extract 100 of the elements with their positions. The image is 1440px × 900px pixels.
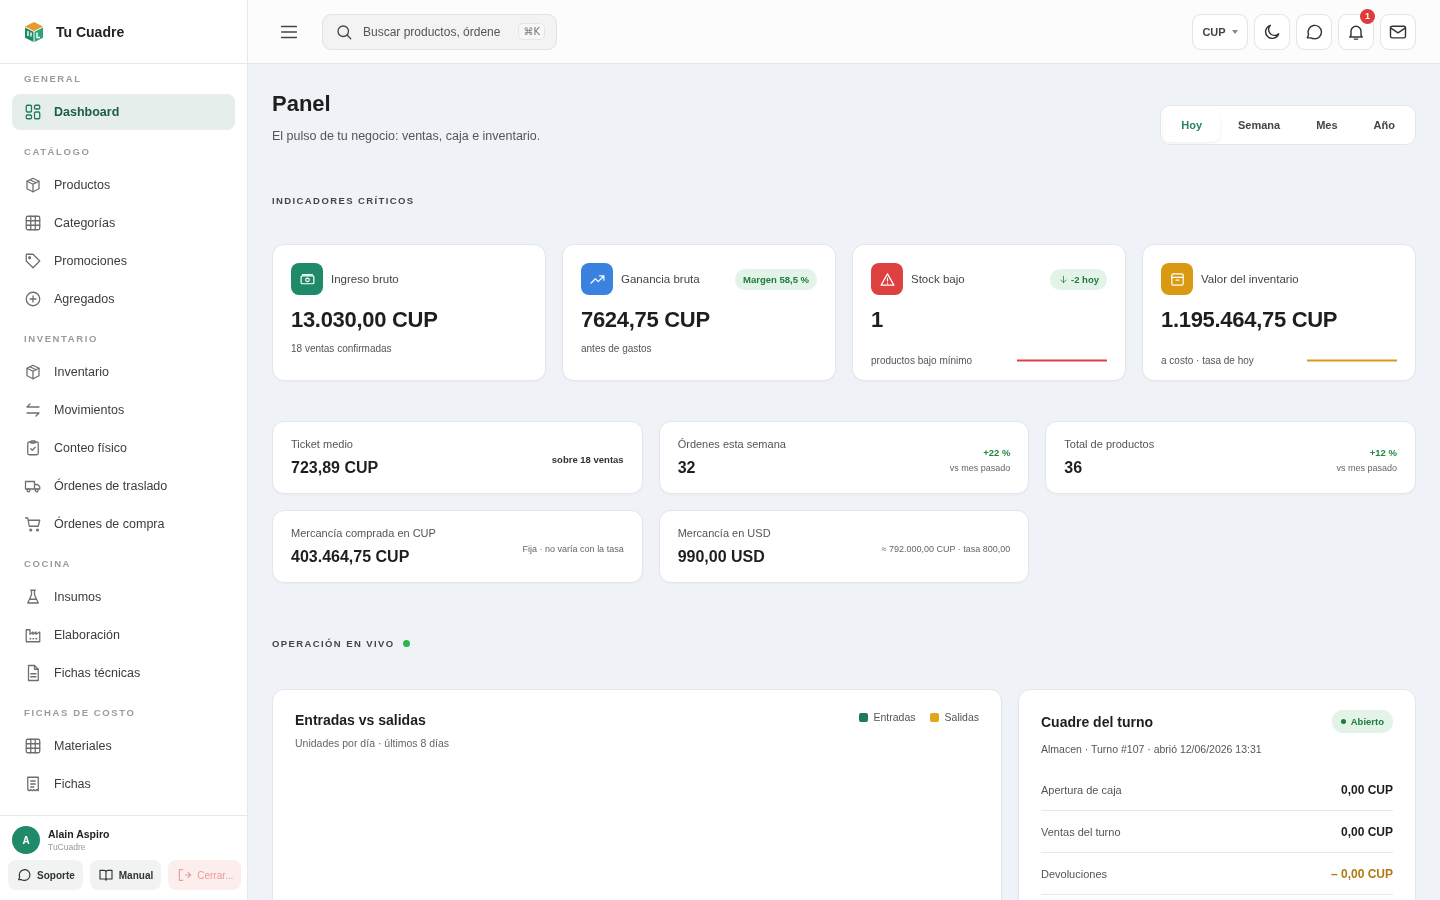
section-heading: GENERAL: [23, 72, 83, 86]
receipt-icon: [24, 775, 42, 793]
logo-icon: [22, 19, 46, 44]
nav-item[interactable]: Fichas: [12, 766, 235, 802]
nav-item[interactable]: Elaboración: [12, 617, 235, 653]
change-badge: -2 hoy: [1050, 268, 1107, 290]
card-label: Órdenes esta semana: [677, 438, 787, 450]
user-name: Alain Aspiro: [48, 828, 110, 840]
legend-label: Salidas: [944, 711, 979, 723]
brand-name: Tu Cuadre: [56, 23, 125, 40]
chat-icon: [16, 867, 32, 883]
card-title: Cuadre del turno: [1041, 713, 1153, 730]
nav-item[interactable]: Fichas técnicas: [12, 655, 235, 691]
archive-icon: [1168, 270, 1186, 288]
card-value: 990,00 USD: [677, 548, 766, 566]
period-tab[interactable]: Año: [1355, 108, 1413, 142]
cart-icon: [24, 515, 42, 533]
card-note: vs mes pasado: [949, 462, 1011, 473]
search-icon: [335, 22, 353, 41]
row-label: Devoluciones: [1041, 867, 1108, 880]
support-button[interactable]: Soporte: [8, 860, 83, 890]
caret-icon: [1231, 29, 1238, 34]
nav-item[interactable]: Categorías: [12, 205, 235, 241]
change-value: +22 %: [983, 446, 1011, 458]
card-value: 32: [677, 459, 697, 477]
card-note: antes de gastos: [581, 343, 652, 354]
card-note: productos bajo mínimo: [871, 355, 973, 366]
card-value: 36: [1064, 459, 1084, 477]
nav-item[interactable]: Dashboard: [12, 94, 235, 130]
card-note: a costo · tasa de hoy: [1161, 355, 1254, 366]
nav-item[interactable]: Productos: [12, 167, 235, 203]
card-note: vs mes pasado: [1336, 462, 1397, 473]
period-tab[interactable]: Mes: [1298, 108, 1356, 142]
card-label: Mercancía comprada en CUP: [291, 527, 437, 539]
grid-icon: [24, 103, 42, 121]
nav-item[interactable]: Órdenes de compra: [12, 506, 235, 542]
card-label: Valor del inventario: [1201, 273, 1299, 285]
card-value: 13.030,00 CUP: [291, 307, 439, 333]
nav-item[interactable]: Inventario: [12, 354, 235, 390]
box-icon: [24, 363, 42, 381]
chat-button[interactable]: [1296, 13, 1332, 50]
legend-label: Entradas: [873, 711, 916, 723]
nav-item[interactable]: Movimientos: [12, 392, 235, 428]
table-icon: [24, 737, 42, 755]
section-heading: FICHAS DE COSTO: [23, 706, 137, 720]
row-label: Ventas del turno: [1041, 825, 1121, 838]
mail-button[interactable]: [1380, 13, 1416, 50]
box-icon: [24, 176, 42, 194]
row-label: Apertura de caja: [1041, 783, 1122, 796]
card-label: Stock bajo: [911, 273, 965, 285]
card-value: 7624,75 CUP: [581, 307, 711, 333]
row-value: 0,00 CUP: [1340, 782, 1393, 797]
nav-item[interactable]: Materiales: [12, 728, 235, 764]
row-value: – 0,00 CUP: [1330, 866, 1393, 881]
plus-circle-icon: [24, 290, 42, 308]
card-title: Entradas vs salidas: [295, 712, 427, 728]
arrows-icon: [24, 401, 42, 419]
card-value: 403.464,75 CUP: [291, 548, 411, 566]
period-tab[interactable]: Hoy: [1163, 108, 1220, 142]
avatar: A: [12, 826, 40, 854]
manual-button[interactable]: Manual: [89, 860, 162, 890]
logout-icon: [176, 867, 193, 883]
change-value: +12 %: [1369, 446, 1397, 458]
card-note: ≈ 792.000,00 CUP · tasa 800,00: [881, 543, 1011, 554]
card-label: Total de productos: [1064, 438, 1156, 450]
section-heading: COCINA: [23, 557, 73, 571]
nav-item[interactable]: Promociones: [12, 243, 235, 279]
section-heading: INVENTARIO: [23, 332, 99, 346]
currency-select[interactable]: CUP: [1192, 13, 1248, 50]
period-tab[interactable]: Semana: [1220, 108, 1299, 142]
section-heading: OPERACIÓN EN VIVO: [272, 638, 395, 649]
organization-name: TuCuadre: [48, 842, 87, 852]
nav-item[interactable]: Agregados: [12, 281, 235, 317]
margin-badge: Margen 58,5 %: [735, 268, 817, 290]
section-heading: INDICADORES CRÍTICOS: [272, 195, 415, 206]
page-subtitle: El pulso de tu negocio: ventas, caja e inventario.: [272, 129, 541, 143]
clipboard-icon: [24, 439, 42, 457]
down-arrow-icon: [1058, 273, 1069, 285]
book-icon: [97, 867, 114, 883]
warning-icon: [878, 270, 896, 288]
card-label: Ganancia bruta: [621, 273, 700, 285]
status-badge: Abierto: [1331, 710, 1393, 733]
card-label: Ingreso bruto: [331, 273, 399, 285]
card-note: sobre 18 ventas: [551, 454, 624, 465]
notification-badge: 1: [1360, 8, 1375, 24]
factory-icon: [24, 626, 42, 644]
card-subtitle: Unidades por día · últimos 8 días: [295, 737, 450, 749]
flask-icon: [24, 588, 42, 606]
card-label: Ticket medio: [291, 438, 354, 450]
nav-item[interactable]: Órdenes de traslado: [12, 468, 235, 504]
row-value: 0,00 CUP: [1340, 824, 1393, 839]
theme-button[interactable]: [1254, 13, 1290, 50]
nav-item[interactable]: Conteo físico: [12, 430, 235, 466]
nav-item[interactable]: Insumos: [12, 579, 235, 615]
card-note: Fija · no varía con la tasa: [522, 543, 624, 554]
card-note: 18 ventas confirmadas: [291, 343, 392, 354]
card-value: 1.195.464,75 CUP: [1161, 307, 1339, 333]
tag-icon: [24, 252, 42, 270]
page-title: Panel: [272, 91, 332, 117]
table-icon: [24, 214, 42, 232]
